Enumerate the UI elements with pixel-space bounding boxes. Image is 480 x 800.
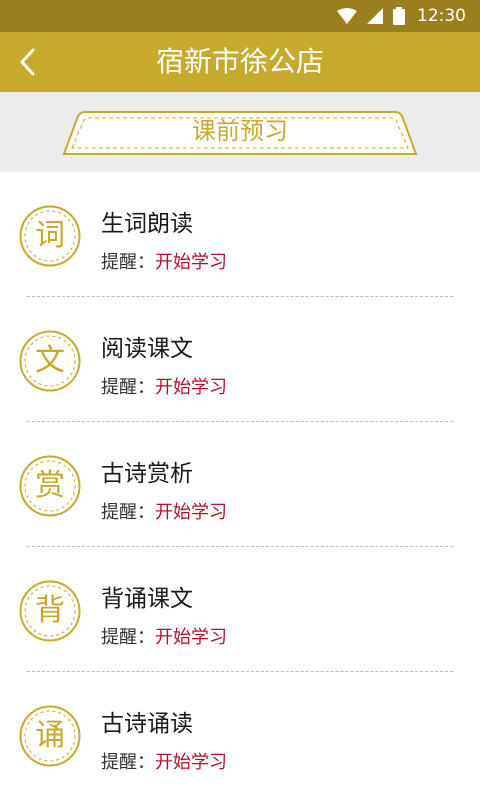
item-reminder: 提醒：开始学习 <box>101 498 227 524</box>
list-item[interactable]: 文 阅读课文 提醒：开始学习 <box>0 297 480 422</box>
item-title: 阅读课文 <box>101 336 193 362</box>
badge-char: 诵 <box>35 718 65 753</box>
item-reminder: 提醒：开始学习 <box>101 748 227 774</box>
reminder-label: 提醒： <box>101 627 155 648</box>
item-title: 古诗赏析 <box>101 461 193 487</box>
list-item[interactable]: 词 生词朗读 提醒：开始学习 <box>0 172 480 297</box>
badge-char: 赏 <box>35 468 65 503</box>
status-bar: 12:30 <box>0 0 480 32</box>
badge-char: 词 <box>35 218 65 253</box>
badge-icon: 赏 <box>19 455 81 517</box>
lesson-list: 词 生词朗读 提醒：开始学习 文 阅读课文 提醒：开始学习 赏 古诗赏析 提醒：… <box>0 172 480 797</box>
item-reminder: 提醒：开始学习 <box>101 623 227 649</box>
reminder-label: 提醒： <box>101 752 155 773</box>
list-item[interactable]: 背 背诵课文 提醒：开始学习 <box>0 547 480 672</box>
list-item[interactable]: 诵 古诗诵读 提醒：开始学习 <box>0 672 480 797</box>
badge-icon: 诵 <box>19 705 81 767</box>
item-title: 古诗诵读 <box>101 711 193 737</box>
start-study-link[interactable]: 开始学习 <box>155 377 227 398</box>
item-title: 背诵课文 <box>101 586 193 612</box>
reminder-label: 提醒： <box>101 502 155 523</box>
start-study-link[interactable]: 开始学习 <box>155 502 227 523</box>
list-item[interactable]: 赏 古诗赏析 提醒：开始学习 <box>0 422 480 547</box>
badge-icon: 词 <box>19 205 81 267</box>
badge-char: 背 <box>35 593 65 628</box>
section-band: 课前预习 <box>0 92 480 172</box>
wifi-icon <box>337 8 357 24</box>
page-title: 宿新市徐公店 <box>155 45 324 78</box>
badge-icon: 文 <box>19 330 81 392</box>
section-title: 课前预习 <box>192 117 288 145</box>
signal-icon <box>367 8 383 24</box>
chevron-left-icon <box>20 48 35 76</box>
section-tab: 课前预习 <box>62 110 418 156</box>
badge-char: 文 <box>35 343 65 378</box>
start-study-link[interactable]: 开始学习 <box>155 252 227 273</box>
app-bar: 宿新市徐公店 <box>0 32 480 92</box>
item-reminder: 提醒：开始学习 <box>101 248 227 274</box>
item-title: 生词朗读 <box>101 211 193 237</box>
status-icons: 12:30 <box>337 5 466 27</box>
start-study-link[interactable]: 开始学习 <box>155 752 227 773</box>
status-time: 12:30 <box>417 6 466 26</box>
reminder-label: 提醒： <box>101 377 155 398</box>
start-study-link[interactable]: 开始学习 <box>155 627 227 648</box>
reminder-label: 提醒： <box>101 252 155 273</box>
item-reminder: 提醒：开始学习 <box>101 373 227 399</box>
back-button[interactable] <box>18 44 58 80</box>
battery-icon <box>393 7 405 25</box>
badge-icon: 背 <box>19 580 81 642</box>
